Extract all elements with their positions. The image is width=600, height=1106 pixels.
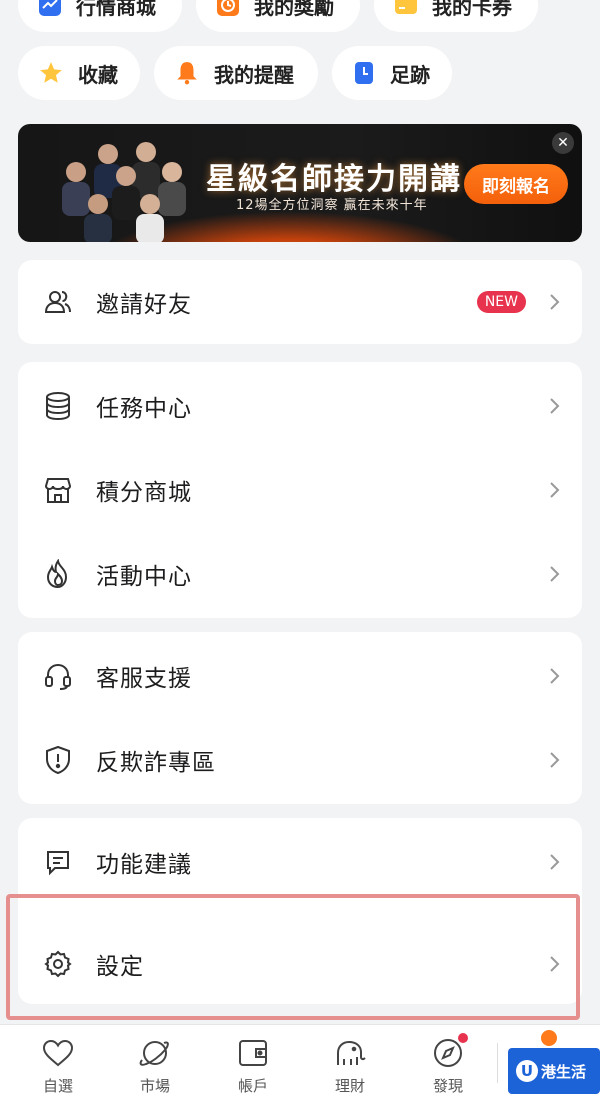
heart-icon <box>40 1035 76 1071</box>
tab-label: 理財 <box>334 1077 365 1095</box>
chevron-right-icon <box>546 751 564 769</box>
users-icon <box>42 286 74 318</box>
tasks-card: 任務中心 積分商城 活動中心 <box>18 362 582 618</box>
menu-item-label: 反欺詐專區 <box>96 750 216 776</box>
register-button[interactable]: 即刻報名 <box>464 164 568 204</box>
chevron-right-icon <box>546 667 564 685</box>
close-icon[interactable]: ✕ <box>552 132 574 154</box>
watermark-logo: U 港生活 <box>508 1048 600 1094</box>
menu-item-label: 邀請好友 <box>96 292 192 318</box>
footprint-icon <box>352 60 376 86</box>
menu-item-invite[interactable]: 邀請好友 NEW <box>18 260 582 344</box>
menu-item-support[interactable]: 客服支援 <box>18 634 582 718</box>
chevron-right-icon <box>546 293 564 311</box>
message-icon <box>42 846 74 878</box>
chip-label: 我的提醒 <box>214 62 294 87</box>
database-icon <box>42 390 74 422</box>
menu-item-label: 客服支援 <box>96 666 192 692</box>
watermark-u: U <box>516 1060 538 1082</box>
tab-divider <box>497 1043 498 1083</box>
banner-title: 星級名師接力開講 <box>206 162 462 197</box>
tab-label: 發現 <box>432 1077 463 1095</box>
support-card: 客服支援 反欺詐專區 <box>18 632 582 804</box>
chip-label: 足跡 <box>390 62 430 87</box>
tab-wealth[interactable]: 理財 <box>310 1035 390 1096</box>
elephant-icon <box>332 1035 368 1071</box>
menu-item-points-mall[interactable]: 積分商城 <box>18 448 582 532</box>
menu-item-label: 活動中心 <box>96 564 192 590</box>
market-mall-chip[interactable]: 行情商城 <box>18 0 182 32</box>
chevron-right-icon <box>546 397 564 415</box>
headset-icon <box>42 660 74 692</box>
menu-item-activity[interactable]: 活動中心 <box>18 532 582 616</box>
tab-discover[interactable]: 發現 <box>408 1033 488 1096</box>
chip-label: 收藏 <box>78 62 118 87</box>
settings-highlight-box <box>6 894 580 1020</box>
new-badge: NEW <box>476 291 526 313</box>
watermark-text: 港生活 <box>541 1062 587 1081</box>
favorites-chip[interactable]: 收藏 <box>18 46 140 100</box>
shortcut-row-top: 行情商城 我的獎勵 我的卡券 <box>18 0 538 32</box>
star-icon <box>38 60 64 86</box>
my-rewards-chip[interactable]: 我的獎勵 <box>196 0 360 32</box>
flame-icon <box>42 558 74 590</box>
tab-label: 自選 <box>42 1077 73 1095</box>
planet-icon <box>137 1035 173 1071</box>
chevron-right-icon <box>546 853 564 871</box>
notification-dot <box>458 1033 468 1043</box>
chip-label: 我的卡券 <box>432 0 512 19</box>
menu-item-anti-fraud[interactable]: 反欺詐專區 <box>18 718 582 802</box>
chip-label: 我的獎勵 <box>254 0 334 19</box>
chevron-right-icon <box>546 481 564 499</box>
wallet-icon <box>235 1035 271 1071</box>
tab-label: 帳戶 <box>237 1077 268 1095</box>
coupon-icon <box>394 0 418 18</box>
tab-account[interactable]: 帳戶 <box>213 1035 293 1096</box>
banner-subtitle: 12場全方位洞察 贏在未來十年 <box>236 198 428 213</box>
menu-item-tasks[interactable]: 任務中心 <box>18 364 582 448</box>
menu-item-feedback[interactable]: 功能建議 <box>18 820 582 904</box>
tab-market[interactable]: 市場 <box>115 1035 195 1096</box>
bell-icon <box>174 60 200 86</box>
shortcut-row-mid: 收藏 我的提醒 足跡 <box>18 46 452 100</box>
footprint-chip[interactable]: 足跡 <box>332 46 452 100</box>
my-coupons-chip[interactable]: 我的卡券 <box>374 0 538 32</box>
chevron-right-icon <box>546 565 564 583</box>
menu-item-label: 任務中心 <box>96 396 192 422</box>
invite-card: 邀請好友 NEW <box>18 260 582 344</box>
tab-watchlist[interactable]: 自選 <box>18 1035 98 1096</box>
clock-reward-icon <box>216 0 240 18</box>
menu-item-label: 功能建議 <box>96 852 192 878</box>
promo-banner[interactable]: 星級名師接力開講 12場全方位洞察 贏在未來十年 即刻報名 ✕ <box>18 124 582 242</box>
store-icon <box>42 474 74 506</box>
menu-item-label: 積分商城 <box>96 480 192 506</box>
compass-icon <box>430 1033 468 1071</box>
chart-icon <box>38 0 62 18</box>
speakers-photo <box>62 142 186 242</box>
my-alerts-chip[interactable]: 我的提醒 <box>154 46 318 100</box>
tab-label: 市場 <box>139 1077 170 1095</box>
shield-alert-icon <box>42 744 74 776</box>
chip-label: 行情商城 <box>76 0 156 19</box>
